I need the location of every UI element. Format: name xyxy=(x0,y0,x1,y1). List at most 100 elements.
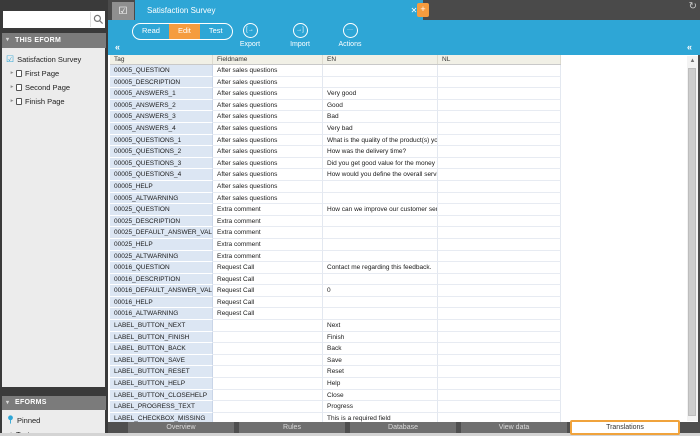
table-row[interactable]: 00025_DEFAULT_ANSWER_VALUE Extra comment xyxy=(110,227,561,239)
table-row[interactable]: 00025_QUESTION Extra comment How can we … xyxy=(110,204,561,216)
table-row[interactable]: 00005_QUESTIONS_1 After sales questions … xyxy=(110,135,561,147)
cell-en[interactable]: Contact me regarding this feedback. xyxy=(323,262,438,274)
cell-en[interactable] xyxy=(323,297,438,309)
mode-test-button[interactable]: Test xyxy=(200,24,232,39)
tab-rules[interactable]: Rules xyxy=(239,422,345,433)
section-header-this-eform[interactable]: ▾ THIS EFORM xyxy=(2,33,106,48)
cell-en[interactable] xyxy=(323,239,438,251)
table-row[interactable]: 00025_DESCRIPTION Extra comment xyxy=(110,216,561,228)
tab-overview[interactable]: Overview xyxy=(128,422,234,433)
cell-en[interactable]: How can we improve our customer serv... xyxy=(323,204,438,216)
table-row[interactable]: LABEL_BUTTON_FINISH Finish xyxy=(110,332,561,344)
cell-nl[interactable] xyxy=(438,100,561,112)
cell-en[interactable]: Next xyxy=(323,320,438,332)
cell-en[interactable]: Did you get good value for the money y..… xyxy=(323,158,438,170)
mode-edit-button[interactable]: Edit xyxy=(169,24,200,39)
table-row[interactable]: 00005_ALTWARNING After sales questions xyxy=(110,193,561,205)
cell-en[interactable]: Bad xyxy=(323,111,438,123)
expander-icon[interactable]: ▸ xyxy=(8,70,16,76)
document-tab-satisfaction-survey[interactable]: Satisfaction Survey ✕ xyxy=(135,0,423,20)
collapse-right-icon[interactable]: « xyxy=(687,42,692,52)
expander-icon[interactable]: ▸ xyxy=(8,84,16,90)
cell-en[interactable] xyxy=(323,216,438,228)
cell-en[interactable] xyxy=(323,251,438,263)
tree-item-first-page[interactable]: ▸ First Page xyxy=(2,66,105,80)
cell-en[interactable]: Reset xyxy=(323,366,438,378)
cell-nl[interactable] xyxy=(438,158,561,170)
section-header-eforms[interactable]: ▾ EFORMS xyxy=(2,396,106,410)
table-row[interactable]: LABEL_BUTTON_SAVE Save xyxy=(110,355,561,367)
cell-en[interactable]: Very bad xyxy=(323,123,438,135)
expander-icon[interactable]: ▸ xyxy=(8,98,16,104)
cell-nl[interactable] xyxy=(438,308,561,320)
export-button[interactable]: [→ Export xyxy=(230,23,270,48)
table-row[interactable]: 00005_ANSWERS_3 After sales questions Ba… xyxy=(110,111,561,123)
cell-en[interactable]: How would you define the overall servic.… xyxy=(323,169,438,181)
table-row[interactable]: LABEL_PROGRESS_TEXT Progress xyxy=(110,401,561,413)
cell-nl[interactable] xyxy=(438,239,561,251)
cell-nl[interactable] xyxy=(438,169,561,181)
cell-nl[interactable] xyxy=(438,216,561,228)
cell-en[interactable] xyxy=(323,227,438,239)
table-row[interactable]: 00005_ANSWERS_4 After sales questions Ve… xyxy=(110,123,561,135)
cell-en[interactable]: How was the delivery time? xyxy=(323,146,438,158)
cell-en[interactable]: Finish xyxy=(323,332,438,344)
tree-item-satisfaction-survey[interactable]: ☑ Satisfaction Survey xyxy=(2,52,105,66)
table-row[interactable]: 00025_HELP Extra comment xyxy=(110,239,561,251)
scrollbar-thumb[interactable] xyxy=(688,68,696,416)
cell-en[interactable] xyxy=(323,193,438,205)
table-row[interactable]: 00005_ANSWERS_1 After sales questions Ve… xyxy=(110,88,561,100)
cell-nl[interactable] xyxy=(438,297,561,309)
cell-en[interactable]: Save xyxy=(323,355,438,367)
cell-nl[interactable] xyxy=(438,401,561,413)
tab-view-data[interactable]: View data xyxy=(461,422,567,433)
cell-en[interactable]: Progress xyxy=(323,401,438,413)
cell-nl[interactable] xyxy=(438,274,561,286)
cell-en[interactable]: Close xyxy=(323,390,438,402)
cell-nl[interactable] xyxy=(438,227,561,239)
tab-database[interactable]: Database xyxy=(350,422,456,433)
cell-nl[interactable] xyxy=(438,111,561,123)
table-row[interactable]: 00005_ANSWERS_2 After sales questions Go… xyxy=(110,100,561,112)
cell-nl[interactable] xyxy=(438,355,561,367)
cell-nl[interactable] xyxy=(438,77,561,89)
scroll-up-icon[interactable]: ▲ xyxy=(687,56,698,66)
table-row[interactable]: 00005_QUESTION After sales questions xyxy=(110,65,561,77)
cell-nl[interactable] xyxy=(438,135,561,147)
cell-en[interactable] xyxy=(323,308,438,320)
column-header-en[interactable]: EN xyxy=(323,55,438,64)
cell-en[interactable]: 0 xyxy=(323,285,438,297)
cell-nl[interactable] xyxy=(438,123,561,135)
table-row[interactable]: 00016_HELP Request Call xyxy=(110,297,561,309)
table-row[interactable]: 00005_HELP After sales questions xyxy=(110,181,561,193)
cell-nl[interactable] xyxy=(438,320,561,332)
cell-nl[interactable] xyxy=(438,146,561,158)
table-row[interactable]: LABEL_BUTTON_NEXT Next xyxy=(110,320,561,332)
cell-nl[interactable] xyxy=(438,181,561,193)
eforms-item-pinned[interactable]: Pinned xyxy=(2,413,105,427)
cell-nl[interactable] xyxy=(438,332,561,344)
cell-en[interactable] xyxy=(323,77,438,89)
cell-nl[interactable] xyxy=(438,285,561,297)
cell-nl[interactable] xyxy=(438,262,561,274)
sidebar-search-input[interactable] xyxy=(3,13,90,26)
mode-read-button[interactable]: Read xyxy=(133,24,169,39)
add-tab-button[interactable]: + xyxy=(417,3,429,17)
table-row[interactable]: 00016_DESCRIPTION Request Call xyxy=(110,274,561,286)
import-button[interactable]: →] Import xyxy=(280,23,320,48)
tab-translations[interactable]: Translations xyxy=(570,420,680,435)
cell-nl[interactable] xyxy=(438,204,561,216)
column-header-nl[interactable]: NL xyxy=(438,55,561,64)
table-row[interactable]: LABEL_BUTTON_CLOSEHELP Close xyxy=(110,390,561,402)
table-row[interactable]: 00016_DEFAULT_ANSWER_VALUE Request Call … xyxy=(110,285,561,297)
column-header-tag[interactable]: Tag xyxy=(110,55,213,64)
table-row[interactable]: LABEL_BUTTON_BACK Back xyxy=(110,343,561,355)
cell-en[interactable]: Good xyxy=(323,100,438,112)
actions-button[interactable]: ··· Actions xyxy=(330,23,370,48)
search-icon[interactable] xyxy=(90,12,105,27)
cell-nl[interactable] xyxy=(438,251,561,263)
cell-nl[interactable] xyxy=(438,65,561,77)
tree-item-finish-page[interactable]: ▸ Finish Page xyxy=(2,94,105,108)
tree-item-second-page[interactable]: ▸ Second Page xyxy=(2,80,105,94)
cell-nl[interactable] xyxy=(438,390,561,402)
